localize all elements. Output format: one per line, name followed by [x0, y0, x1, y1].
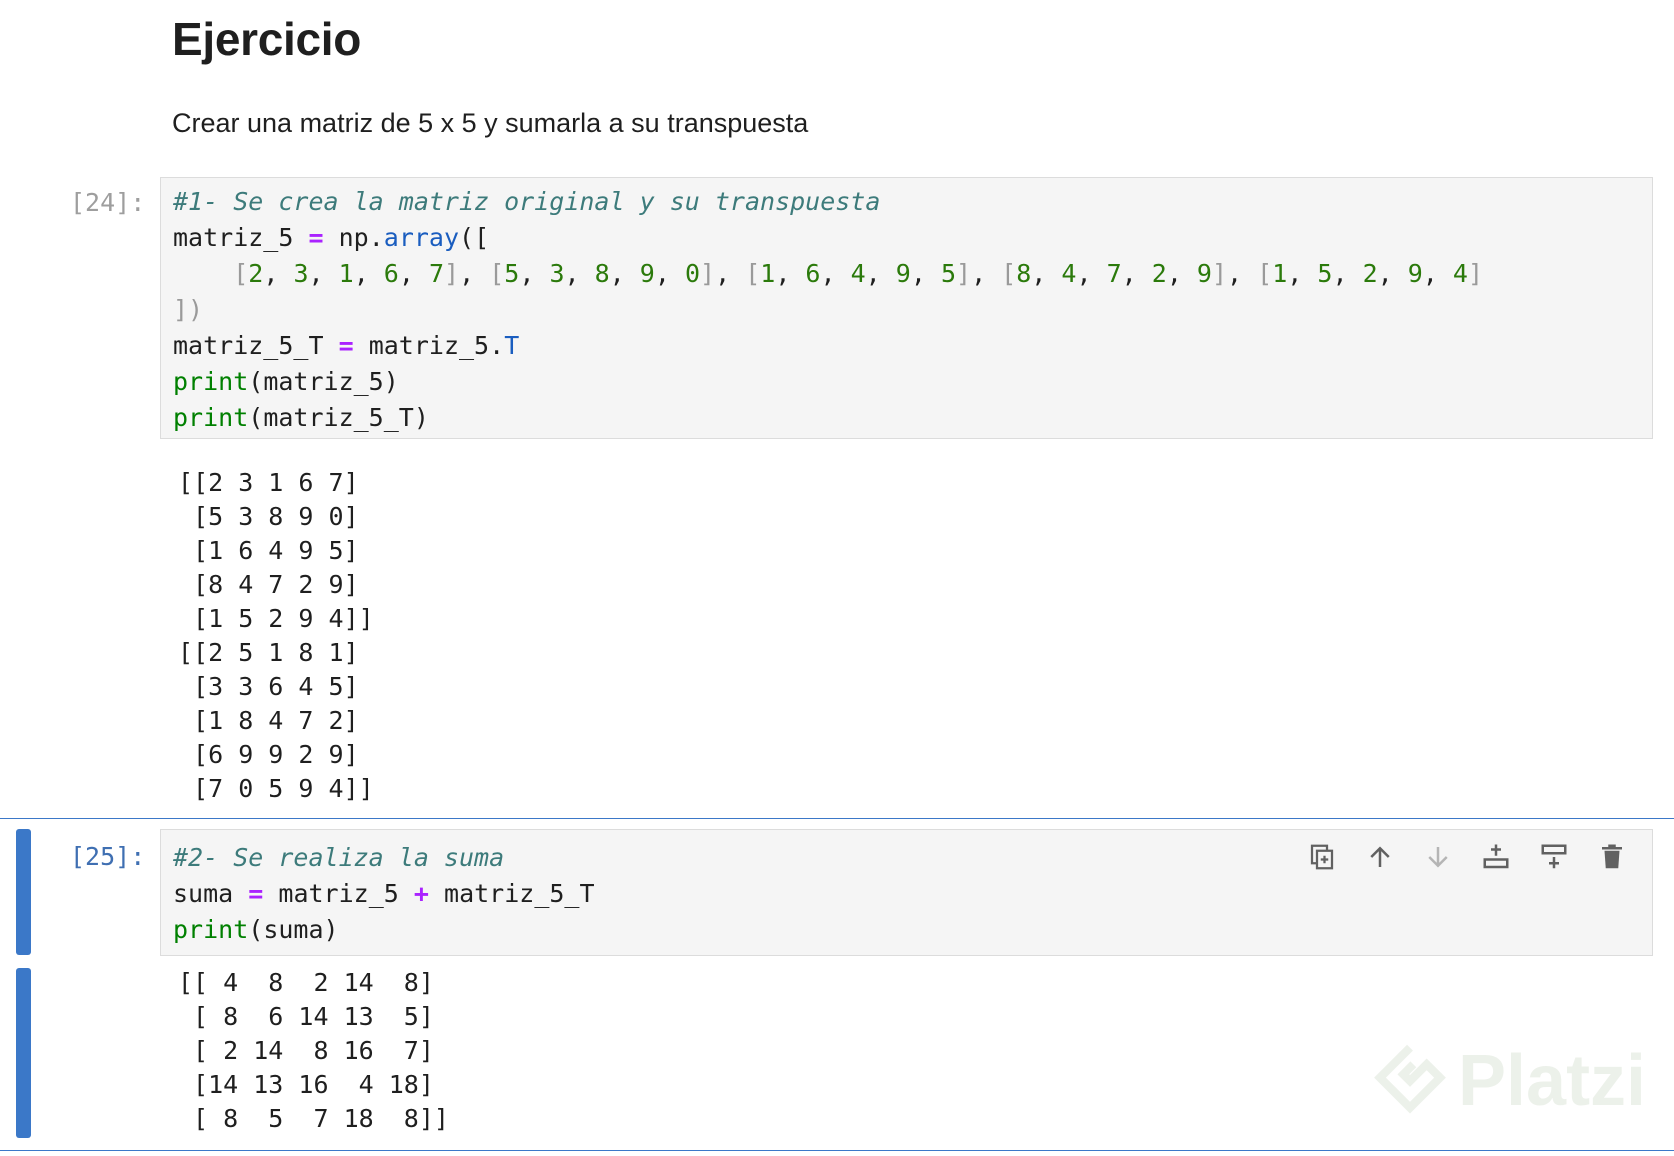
code-operator: =: [248, 879, 264, 908]
code-operator: =: [338, 331, 354, 360]
delete-icon: [1602, 844, 1622, 869]
code-function: array: [383, 223, 460, 252]
code-comment: #2- Se realiza la suma: [173, 843, 505, 872]
platzi-watermark: Platzi: [1370, 1040, 1646, 1122]
code-builtin: print: [173, 915, 249, 944]
code-args: (suma): [248, 915, 339, 944]
code-identifier: matriz_5: [368, 331, 490, 360]
duplicate-icon: [1310, 844, 1334, 870]
code-cell-input-24[interactable]: #1- Se crea la matriz original y su tran…: [160, 177, 1653, 439]
code-identifier: matriz_5_T: [444, 879, 595, 908]
cell-output-25: [[ 4 8 2 14 8] [ 8 6 14 13 5] [ 2 14 8 1…: [178, 968, 449, 1133]
insert-cell-above-button[interactable]: [1479, 840, 1513, 874]
active-cell-border-top: [0, 818, 1674, 819]
platzi-logo-icon: [1374, 1044, 1446, 1114]
insert-above-icon: [1483, 844, 1509, 869]
code-attribute: T: [504, 331, 520, 360]
cell-toolbar: [1305, 840, 1629, 880]
markdown-heading: Ejercicio: [172, 13, 362, 65]
code-builtin: print: [173, 403, 249, 432]
cell-collapser-output-25[interactable]: [16, 968, 31, 1138]
insert-below-icon: [1541, 844, 1567, 869]
code-builtin: print: [173, 367, 249, 396]
move-down-button[interactable]: [1421, 840, 1455, 874]
move-up-icon: [1370, 846, 1390, 867]
code-identifier: suma: [173, 879, 234, 908]
code-args: (matriz_5_T): [248, 403, 429, 432]
cell-prompt-24: [24]:: [70, 188, 146, 217]
markdown-paragraph: Crear una matriz de 5 x 5 y sumarla a su…: [172, 108, 809, 138]
code-args: (matriz_5): [248, 367, 399, 396]
move-down-icon: [1428, 847, 1448, 868]
insert-cell-below-button[interactable]: [1537, 840, 1571, 874]
move-up-button[interactable]: [1363, 840, 1397, 874]
code-editor-25[interactable]: #2- Se realiza la suma suma = matriz_5 +…: [173, 840, 595, 948]
active-cell-border-bottom: [0, 1150, 1674, 1151]
code-editor-24[interactable]: #1- Se crea la matriz original y su tran…: [173, 184, 1483, 436]
cell-output-24: [[2 3 1 6 7] [5 3 8 9 0] [1 6 4 9 5] [8 …: [178, 468, 374, 803]
code-identifier: matriz_5: [173, 223, 294, 252]
code-close-bracket: ]): [173, 295, 204, 324]
code-identifier: matriz_5: [278, 879, 399, 908]
code-operator: =: [308, 223, 324, 252]
code-identifier: matriz_5_T: [173, 331, 324, 360]
watermark-text: Platzi: [1458, 1041, 1647, 1121]
delete-cell-button[interactable]: [1595, 840, 1629, 874]
code-comment: #1- Se crea la matriz original y su tran…: [173, 187, 881, 216]
code-operator: +: [413, 879, 429, 908]
code-open-bracket: ([: [459, 223, 490, 252]
cell-collapser-input-25[interactable]: [16, 829, 31, 955]
code-dot: .: [368, 223, 384, 252]
code-module: np: [338, 223, 369, 252]
duplicate-cell-button[interactable]: [1305, 840, 1339, 874]
cell-prompt-25: [25]:: [70, 842, 146, 871]
